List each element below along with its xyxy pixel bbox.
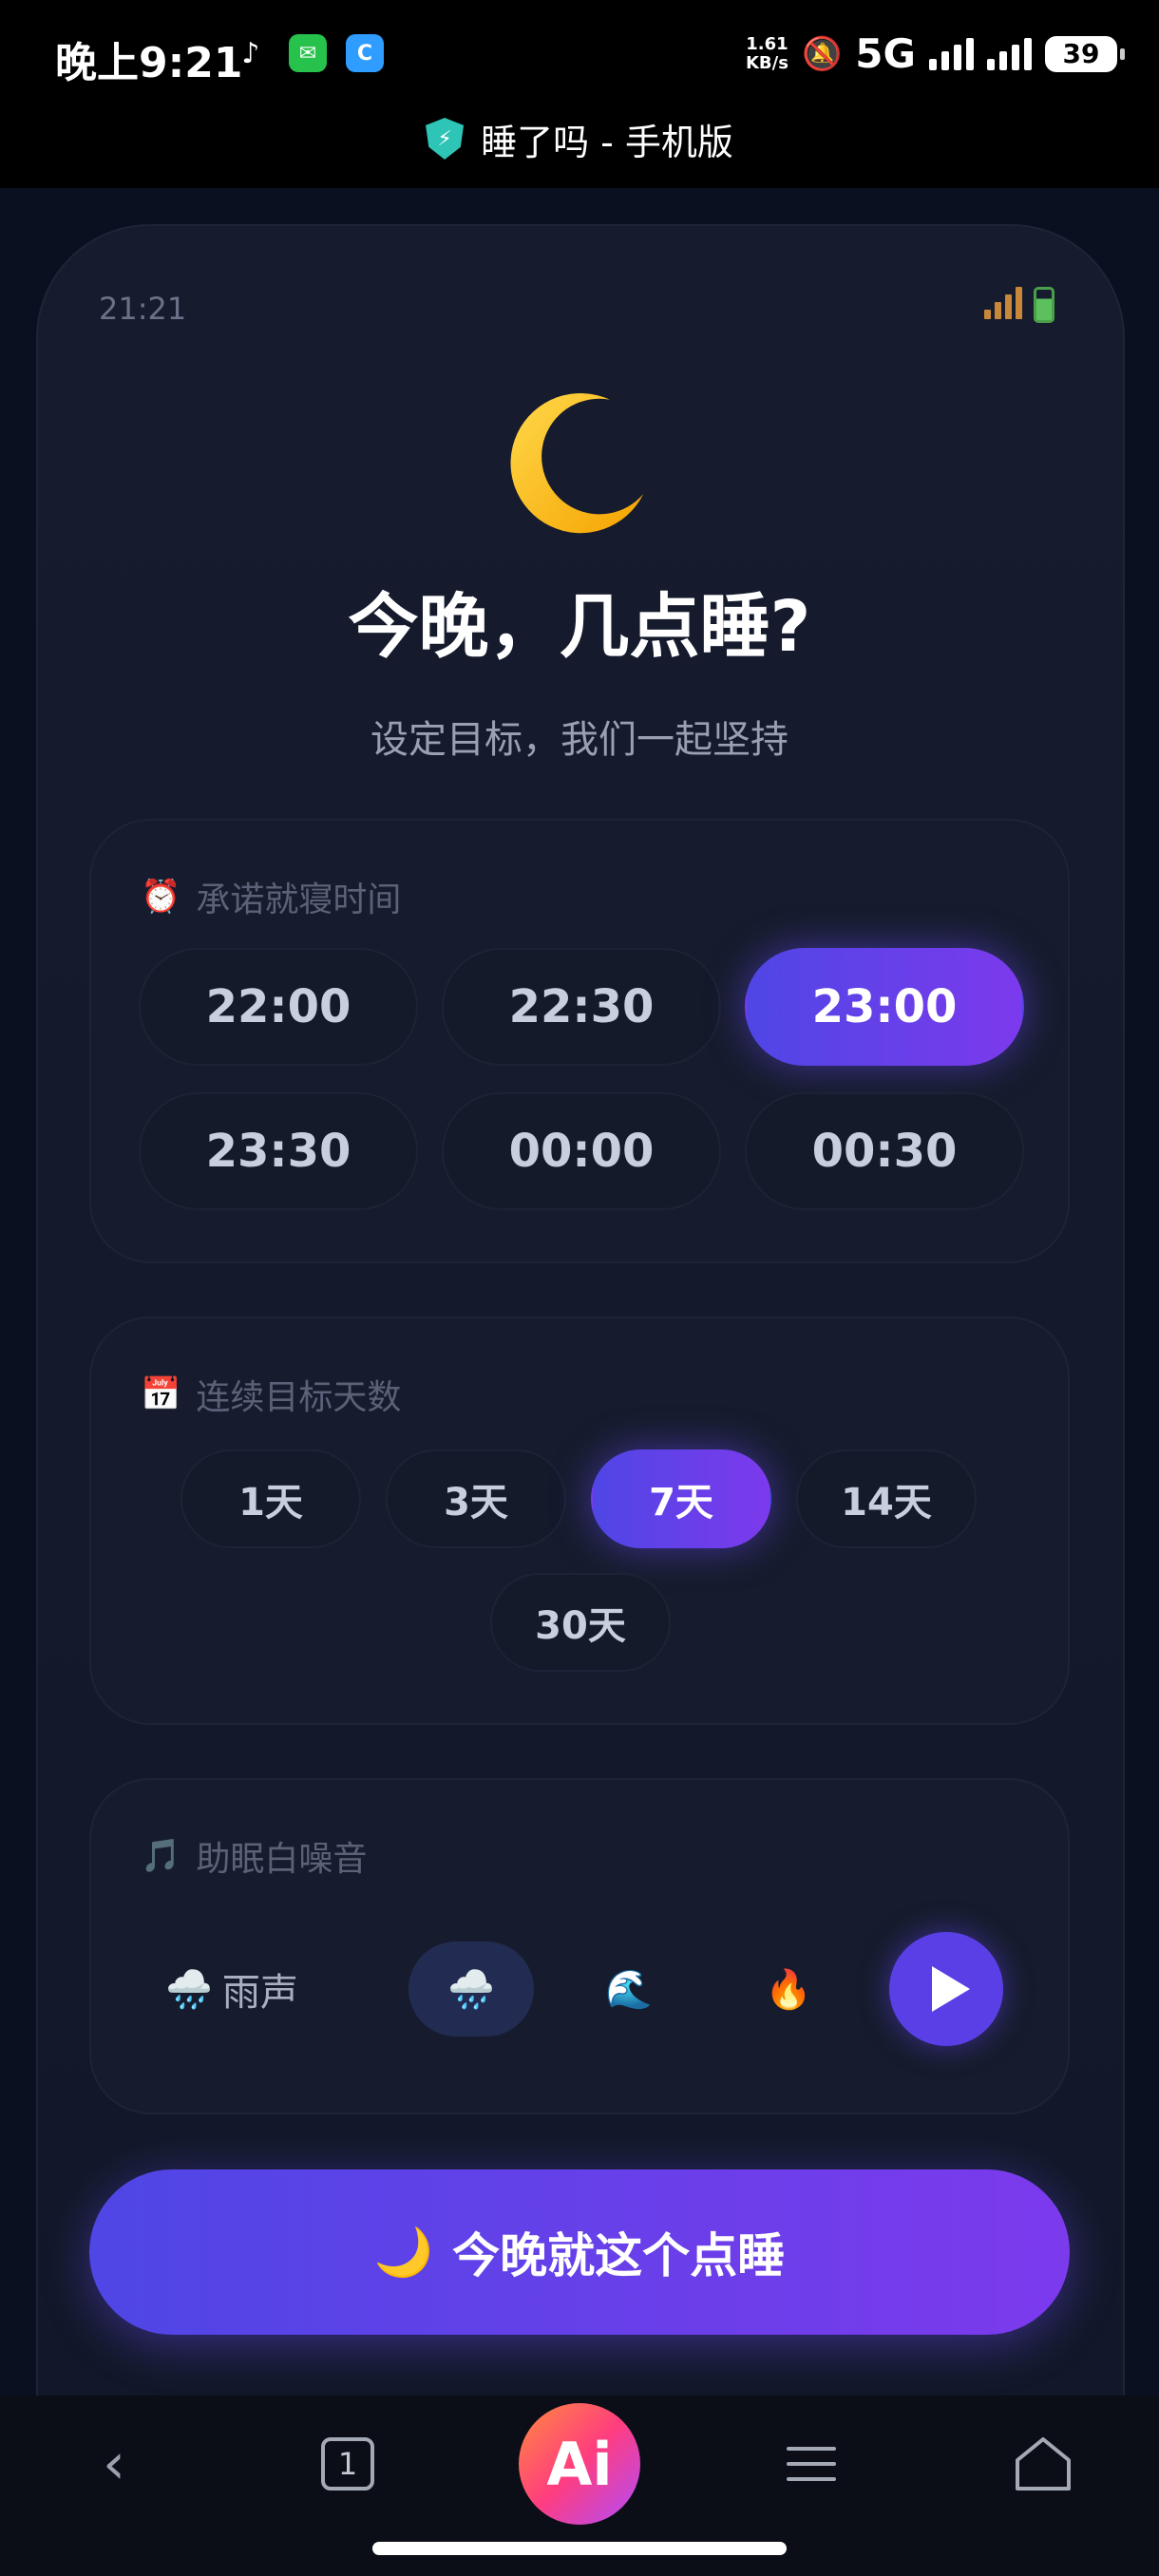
ai-assistant-button[interactable]: Ai [519,2403,640,2525]
moon-icon: 🌙 [373,2224,434,2280]
browser-icon: C [346,34,384,72]
signal-icon [929,37,974,70]
rain-cloud-icon: 🌧️ [447,1967,495,2012]
streak-card: 📅 连续目标天数 1天 3天 7天 14天 30天 [89,1316,1070,1725]
calendar-icon: 📅 [141,1375,181,1413]
signal-bars-icon [984,287,1022,319]
tiktok-icon: ♪ [241,36,260,70]
white-noise-card: 🎵 助眠白噪音 🌧️ 雨声 🌧️ 🌊 🔥 [89,1778,1070,2114]
notification-icons: ♪ ✉ C [232,34,384,72]
noise-option-waves[interactable]: 🌊 [574,1941,684,2036]
bedtime-option-0030[interactable]: 00:30 [745,1092,1024,1210]
wave-icon: 🌊 [605,1967,653,2012]
signal-icon-2 [987,37,1032,70]
battery-icon [1034,287,1054,323]
subtitle: 设定目标，我们一起坚持 [370,718,788,762]
inner-status-icons [984,287,1054,323]
chevron-left-icon: ‹ [103,2431,125,2497]
streak-option-1[interactable]: 1天 [180,1449,361,1548]
noise-option-fire[interactable]: 🔥 [733,1941,844,2036]
white-noise-card-title: 🎵 助眠白噪音 [141,1837,368,1879]
rain-cloud-icon: 🌧️ [165,1967,213,2012]
bedtime-option-2330[interactable]: 23:30 [139,1092,418,1210]
page-title: 睡了吗 - 手机版 [481,121,733,163]
play-icon [932,1966,970,2012]
streak-option-30[interactable]: 30天 [490,1573,671,1672]
shield-icon: ⚡ [426,118,465,160]
noise-option-storm[interactable]: 🌧️ [408,1941,534,2036]
home-icon [1016,2437,1071,2491]
noise-option-rain[interactable]: 🌧️ 雨声 [146,1941,317,2036]
menu-button[interactable] [773,2426,849,2502]
tabs-button[interactable]: 1 [310,2426,386,2502]
streak-option-3[interactable]: 3天 [386,1449,566,1548]
wechat-icon: ✉ [289,34,327,72]
home-indicator[interactable] [372,2542,787,2555]
network-type: 5G [855,30,916,77]
status-indicators: 1.61 KB/s 🔕 5G 39 [745,30,1125,77]
bedtime-card-title: ⏰ 承诺就寝时间 [141,878,402,919]
home-button[interactable] [1005,2426,1081,2502]
mute-icon: 🔕 [801,34,843,73]
net-speed: 1.61 KB/s [745,33,788,73]
bedtime-option-2200[interactable]: 22:00 [139,948,418,1066]
battery-icon: 39 [1045,35,1125,72]
streak-card-title: 📅 连续目标天数 [141,1375,402,1417]
status-time: 晚上9:21 [55,39,243,87]
bedtime-option-0000[interactable]: 00:00 [442,1092,721,1210]
bedtime-option-2230[interactable]: 22:30 [442,948,721,1066]
bedtime-option-2300[interactable]: 23:00 [745,948,1024,1066]
fire-icon: 🔥 [765,1967,812,2012]
bedtime-card: ⏰ 承诺就寝时间 22:00 22:30 23:00 23:30 00:00 0… [89,819,1070,1263]
moon-icon [510,393,644,534]
inner-clock: 21:21 [99,291,187,327]
streak-option-7[interactable]: 7天 [591,1449,771,1548]
alarm-clock-icon: ⏰ [141,878,181,916]
tabs-icon: 1 [321,2437,374,2491]
commit-bedtime-button[interactable]: 🌙 今晚就这个点睡 [89,2169,1070,2335]
status-bar: 晚上9:21 ♪ ✉ C 1.61 KB/s 🔕 5G 39 [0,0,1159,106]
headline: 今晚，几点睡? [348,586,811,668]
play-button[interactable] [889,1932,1003,2046]
back-button[interactable]: ‹ [76,2426,152,2502]
music-note-icon: 🎵 [141,1837,181,1875]
browser-title: ⚡ 睡了吗 - 手机版 [0,110,1159,167]
streak-option-14[interactable]: 14天 [796,1449,977,1548]
